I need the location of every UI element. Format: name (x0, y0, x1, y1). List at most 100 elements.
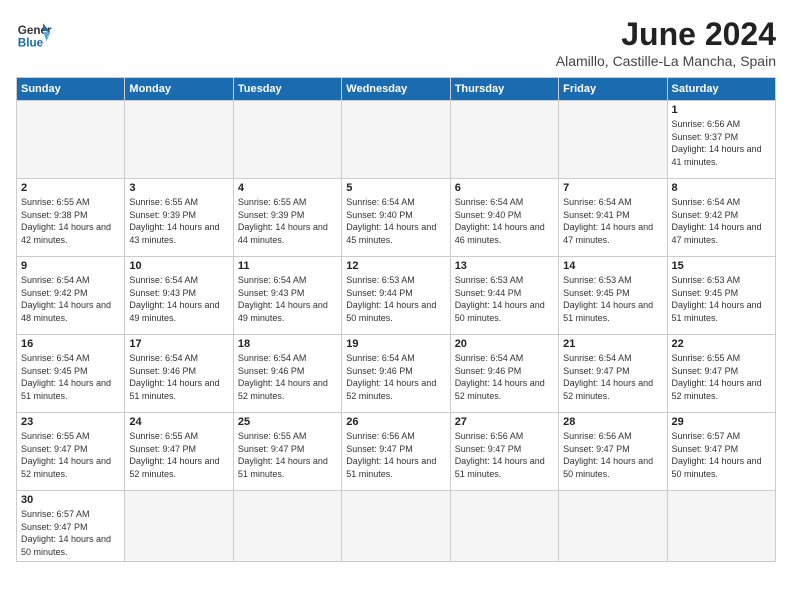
day-info: Sunrise: 6:55 AMSunset: 9:39 PMDaylight:… (238, 196, 337, 246)
weekday-header-monday: Monday (125, 78, 233, 101)
calendar-week-6: 30 Sunrise: 6:57 AMSunset: 9:47 PMDayligh… (17, 491, 776, 562)
day-info: Sunrise: 6:54 AMSunset: 9:46 PMDaylight:… (129, 352, 228, 402)
day-info: Sunrise: 6:54 AMSunset: 9:42 PMDaylight:… (672, 196, 771, 246)
day-info: Sunrise: 6:53 AMSunset: 9:44 PMDaylight:… (455, 274, 554, 324)
logo: General Blue (16, 16, 52, 52)
day-info: Sunrise: 6:54 AMSunset: 9:43 PMDaylight:… (238, 274, 337, 324)
day-number: 6 (455, 182, 554, 194)
day-number: 5 (346, 182, 445, 194)
day-number: 19 (346, 338, 445, 350)
day-number: 20 (455, 338, 554, 350)
day-info: Sunrise: 6:54 AMSunset: 9:45 PMDaylight:… (21, 352, 120, 402)
location-title: Alamillo, Castille-La Mancha, Spain (556, 53, 776, 69)
calendar-cell (233, 101, 341, 179)
day-info: Sunrise: 6:54 AMSunset: 9:47 PMDaylight:… (563, 352, 662, 402)
day-info: Sunrise: 6:56 AMSunset: 9:47 PMDaylight:… (563, 430, 662, 480)
calendar-cell: 1 Sunrise: 6:56 AMSunset: 9:37 PMDaylight… (667, 101, 775, 179)
calendar-body: 1 Sunrise: 6:56 AMSunset: 9:37 PMDaylight… (17, 101, 776, 562)
day-number: 4 (238, 182, 337, 194)
calendar-cell (342, 491, 450, 562)
calendar-cell: 30 Sunrise: 6:57 AMSunset: 9:47 PMDayligh… (17, 491, 125, 562)
day-info: Sunrise: 6:54 AMSunset: 9:43 PMDaylight:… (129, 274, 228, 324)
day-number: 3 (129, 182, 228, 194)
day-info: Sunrise: 6:53 AMSunset: 9:45 PMDaylight:… (563, 274, 662, 324)
day-number: 27 (455, 416, 554, 428)
calendar-cell: 14 Sunrise: 6:53 AMSunset: 9:45 PMDayligh… (559, 257, 667, 335)
day-number: 26 (346, 416, 445, 428)
weekday-header-tuesday: Tuesday (233, 78, 341, 101)
calendar-cell: 27 Sunrise: 6:56 AMSunset: 9:47 PMDayligh… (450, 413, 558, 491)
day-info: Sunrise: 6:55 AMSunset: 9:47 PMDaylight:… (129, 430, 228, 480)
day-number: 30 (21, 494, 120, 506)
day-info: Sunrise: 6:55 AMSunset: 9:47 PMDaylight:… (238, 430, 337, 480)
day-number: 22 (672, 338, 771, 350)
calendar-cell: 19Sunrise: 6:54 AMSunset: 9:46 PMDayligh… (342, 335, 450, 413)
calendar-cell (125, 101, 233, 179)
calendar-cell (667, 491, 775, 562)
weekday-header-row: SundayMondayTuesdayWednesdayThursdayFrid… (17, 78, 776, 101)
calendar-cell: 15 Sunrise: 6:53 AMSunset: 9:45 PMDayligh… (667, 257, 775, 335)
calendar-cell: 23Sunrise: 6:55 AMSunset: 9:47 PMDayligh… (17, 413, 125, 491)
day-number: 29 (672, 416, 771, 428)
day-info: Sunrise: 6:57 AMSunset: 9:47 PMDaylight:… (672, 430, 771, 480)
day-info: Sunrise: 6:56 AMSunset: 9:47 PMDaylight:… (455, 430, 554, 480)
calendar-cell: 6 Sunrise: 6:54 AMSunset: 9:40 PMDaylight… (450, 179, 558, 257)
day-number: 7 (563, 182, 662, 194)
day-info: Sunrise: 6:53 AMSunset: 9:45 PMDaylight:… (672, 274, 771, 324)
day-number: 28 (563, 416, 662, 428)
day-number: 15 (672, 260, 771, 272)
day-number: 12 (346, 260, 445, 272)
calendar-cell (342, 101, 450, 179)
day-number: 14 (563, 260, 662, 272)
logo-icon: General Blue (16, 16, 52, 52)
day-info: Sunrise: 6:54 AMSunset: 9:42 PMDaylight:… (21, 274, 120, 324)
day-number: 16 (21, 338, 120, 350)
calendar-cell: 29 Sunrise: 6:57 AMSunset: 9:47 PMDayligh… (667, 413, 775, 491)
page-header: General Blue June 2024 Alamillo, Castill… (16, 16, 776, 69)
weekday-header-thursday: Thursday (450, 78, 558, 101)
weekday-header-friday: Friday (559, 78, 667, 101)
calendar-week-3: 9 Sunrise: 6:54 AMSunset: 9:42 PMDaylight… (17, 257, 776, 335)
title-area: June 2024 Alamillo, Castille-La Mancha, … (556, 16, 776, 69)
calendar-cell: 18Sunrise: 6:54 AMSunset: 9:46 PMDayligh… (233, 335, 341, 413)
day-info: Sunrise: 6:54 AMSunset: 9:41 PMDaylight:… (563, 196, 662, 246)
calendar-cell: 2Sunrise: 6:55 AMSunset: 9:38 PMDaylight… (17, 179, 125, 257)
weekday-header-sunday: Sunday (17, 78, 125, 101)
calendar-cell: 7 Sunrise: 6:54 AMSunset: 9:41 PMDaylight… (559, 179, 667, 257)
calendar-cell (559, 491, 667, 562)
day-number: 1 (672, 104, 771, 116)
day-number: 21 (563, 338, 662, 350)
calendar-cell (559, 101, 667, 179)
calendar-cell: 16 Sunrise: 6:54 AMSunset: 9:45 PMDayligh… (17, 335, 125, 413)
day-info: Sunrise: 6:54 AMSunset: 9:40 PMDaylight:… (455, 196, 554, 246)
day-info: Sunrise: 6:56 AMSunset: 9:47 PMDaylight:… (346, 430, 445, 480)
day-number: 8 (672, 182, 771, 194)
month-title: June 2024 (556, 16, 776, 53)
calendar-week-5: 23Sunrise: 6:55 AMSunset: 9:47 PMDayligh… (17, 413, 776, 491)
calendar-cell: 26 Sunrise: 6:56 AMSunset: 9:47 PMDayligh… (342, 413, 450, 491)
weekday-header-saturday: Saturday (667, 78, 775, 101)
calendar-cell: 9 Sunrise: 6:54 AMSunset: 9:42 PMDaylight… (17, 257, 125, 335)
calendar-cell: 20Sunrise: 6:54 AMSunset: 9:46 PMDayligh… (450, 335, 558, 413)
day-info: Sunrise: 6:56 AMSunset: 9:37 PMDaylight:… (672, 118, 771, 168)
calendar-cell: 25 Sunrise: 6:55 AMSunset: 9:47 PMDayligh… (233, 413, 341, 491)
day-number: 9 (21, 260, 120, 272)
day-info: Sunrise: 6:54 AMSunset: 9:46 PMDaylight:… (238, 352, 337, 402)
calendar-table: SundayMondayTuesdayWednesdayThursdayFrid… (16, 77, 776, 562)
calendar-cell: 11Sunrise: 6:54 AMSunset: 9:43 PMDayligh… (233, 257, 341, 335)
calendar-cell: 28 Sunrise: 6:56 AMSunset: 9:47 PMDayligh… (559, 413, 667, 491)
svg-text:Blue: Blue (18, 37, 44, 50)
calendar-cell (17, 101, 125, 179)
calendar-week-4: 16 Sunrise: 6:54 AMSunset: 9:45 PMDayligh… (17, 335, 776, 413)
calendar-week-2: 2Sunrise: 6:55 AMSunset: 9:38 PMDaylight… (17, 179, 776, 257)
calendar-cell: 24Sunrise: 6:55 AMSunset: 9:47 PMDayligh… (125, 413, 233, 491)
calendar-cell: 5 Sunrise: 6:54 AMSunset: 9:40 PMDaylight… (342, 179, 450, 257)
calendar-cell: 10 Sunrise: 6:54 AMSunset: 9:43 PMDayligh… (125, 257, 233, 335)
day-info: Sunrise: 6:55 AMSunset: 9:47 PMDaylight:… (672, 352, 771, 402)
day-info: Sunrise: 6:57 AMSunset: 9:47 PMDaylight:… (21, 508, 120, 558)
calendar-cell (450, 491, 558, 562)
day-number: 10 (129, 260, 228, 272)
day-info: Sunrise: 6:54 AMSunset: 9:40 PMDaylight:… (346, 196, 445, 246)
day-number: 25 (238, 416, 337, 428)
weekday-header-wednesday: Wednesday (342, 78, 450, 101)
